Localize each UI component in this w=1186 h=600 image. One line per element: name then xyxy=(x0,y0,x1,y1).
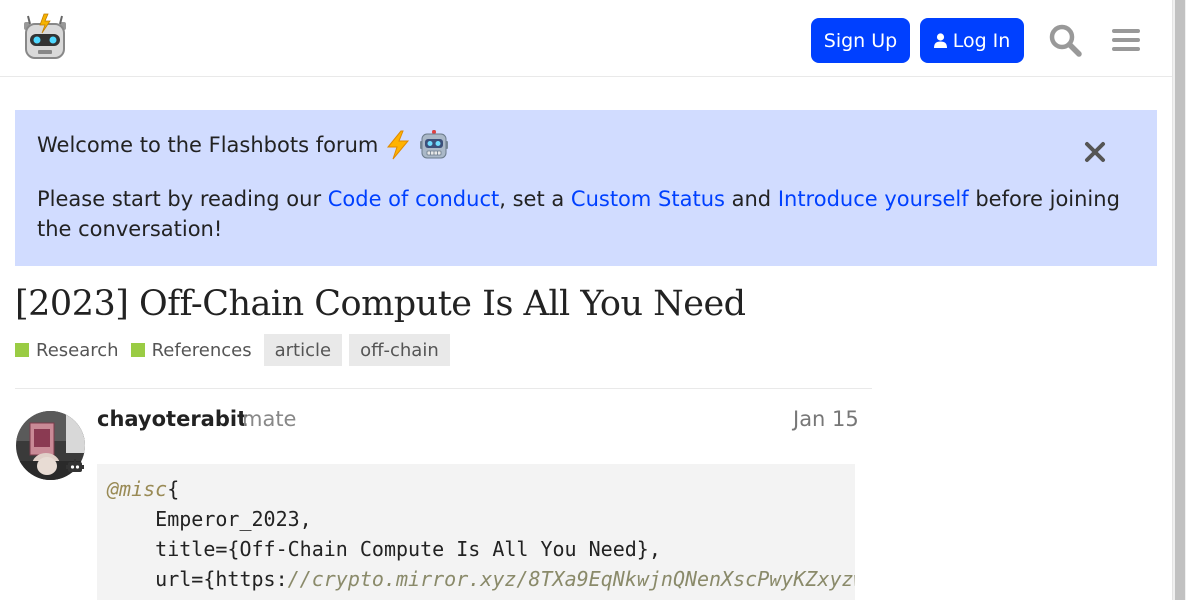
post-user-title: mate xyxy=(242,407,297,431)
code-line: @misc{ xyxy=(107,477,179,501)
introduce-yourself-link[interactable]: Introduce yourself xyxy=(778,187,969,211)
code-text: title={Off-Chain Compute Is All You Need… xyxy=(107,537,661,561)
log-in-label: Log In xyxy=(952,29,1011,52)
welcome-banner: Welcome to the Flashbots forum Please st… xyxy=(15,110,1157,266)
banner-text-mid1: , set a xyxy=(499,187,571,211)
category-label: References xyxy=(151,339,252,361)
topic-meta: Research References article off-chain xyxy=(15,334,457,366)
topic-title[interactable]: [2023] Off-Chain Compute Is All You Need xyxy=(15,284,746,324)
search-icon[interactable] xyxy=(1043,18,1087,62)
post-date[interactable]: Jan 15 xyxy=(793,407,859,431)
code-keyword: @misc xyxy=(107,477,168,501)
banner-instructions: Please start by reading our Code of cond… xyxy=(37,184,1127,244)
page-scrollbar[interactable] xyxy=(1172,0,1186,600)
hamburger-menu-icon[interactable] xyxy=(1104,18,1148,62)
banner-text-prefix: Please start by reading our xyxy=(37,187,328,211)
category-color-swatch xyxy=(130,343,145,357)
close-icon[interactable] xyxy=(1083,140,1107,164)
bot-icon xyxy=(65,456,85,476)
user-icon xyxy=(933,33,947,48)
code-url: //crypto.mirror.xyz/8TXa9EqNkwjnQNenXscP… xyxy=(287,567,855,591)
code-line: Emperor_2023, xyxy=(107,507,312,531)
code-block: @misc{ Emperor_2023, title={Off-Chain Co… xyxy=(97,464,855,600)
category-color-swatch xyxy=(15,343,29,357)
log-in-button[interactable]: Log In xyxy=(920,18,1024,63)
category-label: Research xyxy=(36,339,119,361)
category-references[interactable]: References xyxy=(130,339,252,361)
scrollbar-thumb[interactable] xyxy=(1175,0,1185,600)
code-text: url={https: xyxy=(107,567,288,591)
banner-text-mid2: and xyxy=(724,187,778,211)
site-header: Sign Up Log In xyxy=(0,0,1172,77)
code-text: { xyxy=(167,477,180,501)
banner-welcome-line: Welcome to the Flashbots forum xyxy=(37,130,450,160)
banner-welcome-text: Welcome to the Flashbots forum xyxy=(37,133,379,157)
custom-status-link[interactable]: Custom Status xyxy=(571,187,725,211)
post-username[interactable]: chayoterabit xyxy=(97,407,247,431)
code-of-conduct-link[interactable]: Code of conduct xyxy=(328,187,499,211)
topic-divider xyxy=(15,388,872,389)
zap-emoji-icon xyxy=(384,130,412,160)
code-line: title={Off-Chain Compute Is All You Need… xyxy=(107,537,661,561)
flashbots-robot-logo-icon[interactable] xyxy=(20,12,70,62)
code-line: url={https://crypto.mirror.xyz/8TXa9EqNk… xyxy=(107,567,855,591)
sign-up-button[interactable]: Sign Up xyxy=(811,18,910,63)
sign-up-label: Sign Up xyxy=(823,29,898,52)
code-text: Emperor_2023, xyxy=(107,507,312,531)
category-research[interactable]: Research xyxy=(15,340,119,361)
tag-article[interactable]: article xyxy=(263,334,343,366)
tag-off-chain[interactable]: off-chain xyxy=(349,334,450,366)
robot-emoji-icon xyxy=(418,130,450,160)
